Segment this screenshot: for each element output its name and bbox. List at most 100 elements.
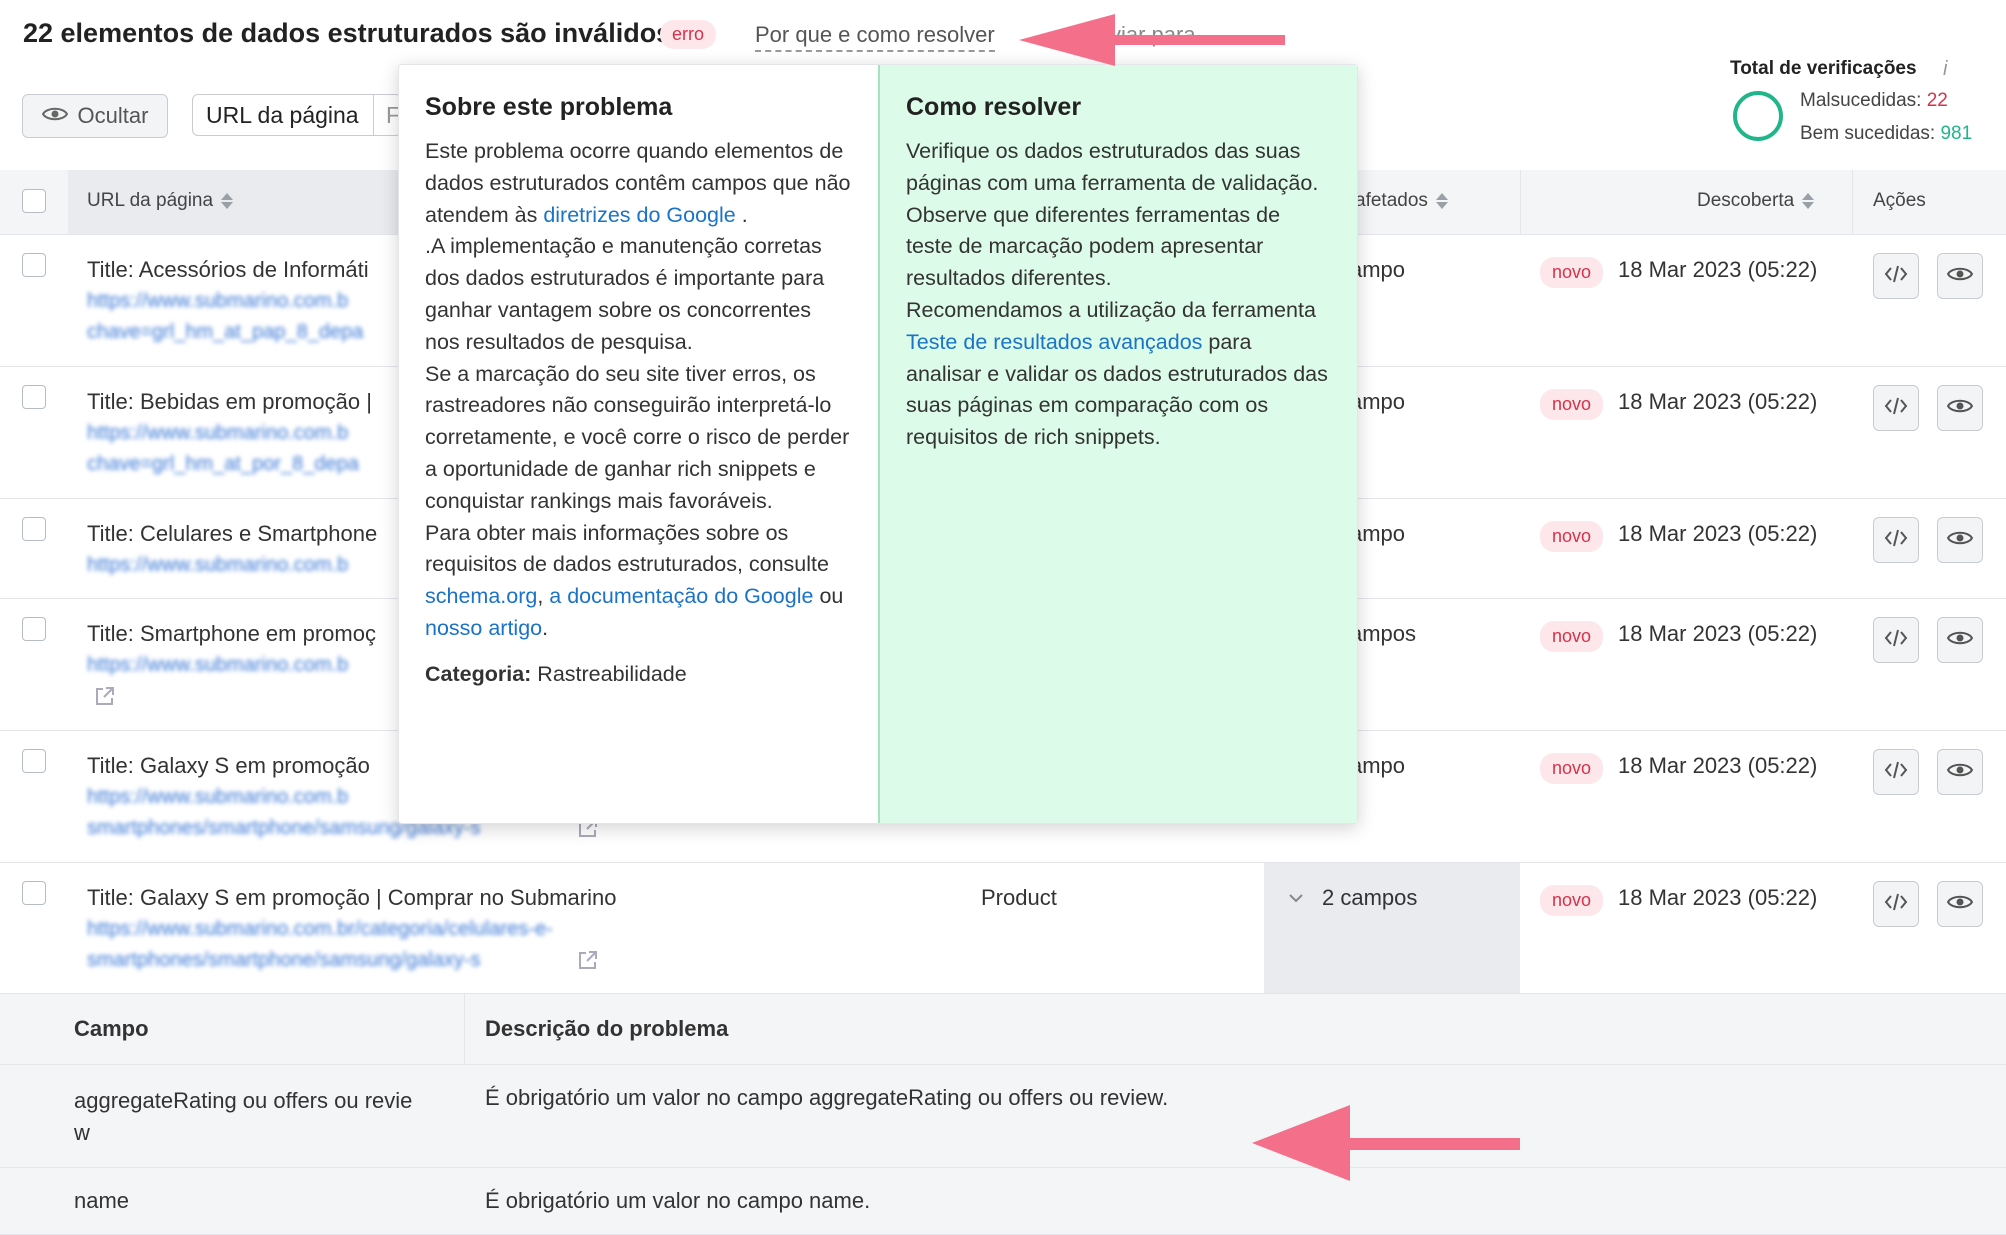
- sort-icon[interactable]: [221, 192, 234, 209]
- row-url[interactable]: https://www.submarino.com.b: [87, 422, 348, 445]
- row-fields[interactable]: ampo: [1350, 753, 1405, 779]
- our-article-link[interactable]: nosso artigo: [425, 616, 542, 640]
- row-url-cont[interactable]: chave=grl_hm_at_pap_8_depa: [87, 321, 363, 344]
- row-title: Title: Galaxy S em promoção: [87, 753, 370, 778]
- col-affected[interactable]: afetados: [1355, 190, 1448, 212]
- rich-results-test-link[interactable]: Teste de resultados avançados: [906, 330, 1202, 354]
- col-discovered[interactable]: Descoberta: [1697, 190, 1815, 212]
- how-to-fix-title: Como resolver: [906, 93, 1082, 121]
- row-title: Title: Celulares e Smartphone: [87, 521, 378, 546]
- row-checkbox[interactable]: [22, 617, 46, 641]
- row-date: 18 Mar 2023 (05:22): [1618, 257, 1818, 282]
- details-desc: É obrigatório um valor no campo name.: [485, 1188, 871, 1213]
- eye-icon: [41, 103, 68, 129]
- success-stat: Bem sucedidas: 981: [1800, 123, 1973, 144]
- code-icon: [1884, 759, 1908, 786]
- external-link-icon[interactable]: [577, 949, 599, 976]
- view-button[interactable]: [1937, 253, 1983, 299]
- code-button[interactable]: [1873, 385, 1919, 431]
- filter-divider: [373, 95, 374, 135]
- row-fields[interactable]: ampos: [1350, 621, 1416, 647]
- code-icon: [1884, 527, 1908, 554]
- eye-icon: [1946, 893, 1974, 916]
- row-url[interactable]: https://www.submarino.com.b: [87, 554, 348, 577]
- code-button[interactable]: [1873, 617, 1919, 663]
- row-url[interactable]: https://www.submarino.com.b: [87, 290, 348, 313]
- failed-value: 22: [1926, 90, 1948, 111]
- status-badge: novo: [1540, 621, 1604, 652]
- code-icon: [1884, 891, 1908, 918]
- row-fields[interactable]: ampo: [1350, 521, 1405, 547]
- view-button[interactable]: [1937, 617, 1983, 663]
- row-url[interactable]: https://www.submarino.com.br/categoria/c…: [87, 918, 553, 941]
- eye-icon: [1946, 529, 1974, 552]
- checks-donut-chart: [1733, 91, 1783, 141]
- code-button[interactable]: [1873, 253, 1919, 299]
- code-button[interactable]: [1873, 517, 1919, 563]
- row-date: 18 Mar 2023 (05:22): [1618, 885, 1818, 910]
- why-and-how-link[interactable]: Por que e como resolver: [755, 22, 995, 52]
- code-button[interactable]: [1873, 881, 1919, 927]
- eye-icon: [1946, 265, 1974, 288]
- url-filter-select[interactable]: URL da página F: [192, 94, 402, 136]
- column-divider: [1520, 170, 1521, 234]
- page-title: 22 elementos de dados estruturados são i…: [23, 18, 672, 48]
- select-all-checkbox[interactable]: [22, 189, 46, 213]
- column-divider: [1852, 170, 1853, 234]
- error-badge: erro: [660, 20, 717, 49]
- status-badge: novo: [1540, 753, 1604, 784]
- code-icon: [1884, 395, 1908, 422]
- col-url[interactable]: URL da página: [87, 190, 234, 212]
- about-problem-p1: Este problema ocorre quando elementos de…: [425, 139, 851, 227]
- row-fields[interactable]: ampo: [1350, 389, 1405, 415]
- row-url-cont[interactable]: smartphones/smartphone/samsung/galaxy-s: [87, 949, 481, 972]
- how-to-fix-panel: Como resolver Verifique os dados estrutu…: [878, 65, 1357, 823]
- about-problem-p3: Se a marcação do seu site tiver erros, o…: [425, 361, 850, 513]
- code-icon: [1884, 627, 1908, 654]
- hide-label: Ocultar: [77, 103, 149, 128]
- annotation-arrow: [1019, 14, 1285, 66]
- about-problem-panel: Sobre este problema Este problema ocorre…: [399, 65, 877, 823]
- sort-icon[interactable]: [1435, 192, 1448, 209]
- view-button[interactable]: [1937, 385, 1983, 431]
- info-icon[interactable]: i: [1943, 58, 1947, 81]
- code-button[interactable]: [1873, 749, 1919, 795]
- view-button[interactable]: [1937, 517, 1983, 563]
- row-fields-toggle[interactable]: 2 campos: [1322, 885, 1417, 911]
- row-checkbox[interactable]: [22, 385, 46, 409]
- row-title: Title: Acessórios de Informáti: [87, 257, 369, 282]
- row-checkbox[interactable]: [22, 881, 46, 905]
- details-col-field: Campo: [74, 1016, 149, 1041]
- row-checkbox[interactable]: [22, 517, 46, 541]
- details-field: name: [74, 1188, 130, 1213]
- status-badge: novo: [1540, 389, 1604, 420]
- status-badge: novo: [1540, 257, 1604, 288]
- schema-org-link[interactable]: schema.org: [425, 584, 537, 608]
- row-date: 18 Mar 2023 (05:22): [1618, 621, 1818, 646]
- google-docs-link[interactable]: a documentação do Google: [549, 584, 813, 608]
- hide-button[interactable]: Ocultar: [22, 94, 168, 138]
- chevron-down-icon[interactable]: [1288, 891, 1304, 909]
- view-button[interactable]: [1937, 881, 1983, 927]
- view-button[interactable]: [1937, 749, 1983, 795]
- row-url[interactable]: https://www.submarino.com.b: [87, 654, 348, 677]
- row-url[interactable]: https://www.submarino.com.b: [87, 786, 348, 809]
- row-date: 18 Mar 2023 (05:22): [1618, 389, 1818, 414]
- failed-stat: Malsucedidas: 22: [1800, 90, 1948, 111]
- external-link-icon[interactable]: [94, 685, 116, 712]
- row-type: Product: [981, 885, 1057, 910]
- google-guidelines-link[interactable]: diretrizes do Google: [543, 203, 735, 227]
- status-badge: novo: [1540, 885, 1604, 916]
- eye-icon: [1946, 629, 1974, 652]
- sort-icon[interactable]: [1802, 192, 1815, 209]
- filter-label: URL da página: [206, 101, 359, 128]
- issue-popover: Sobre este problema Este problema ocorre…: [398, 64, 1358, 824]
- row-date: 18 Mar 2023 (05:22): [1618, 753, 1818, 778]
- details-desc: É obrigatório um valor no campo aggregat…: [485, 1085, 1169, 1110]
- row-checkbox[interactable]: [22, 749, 46, 773]
- row-fields[interactable]: ampo: [1350, 257, 1405, 283]
- col-actions: Ações: [1873, 190, 1926, 211]
- details-header: Campo Descrição do problema: [0, 994, 2006, 1065]
- row-url-cont[interactable]: chave=grl_hm_at_por_8_depa: [87, 453, 359, 476]
- row-checkbox[interactable]: [22, 253, 46, 277]
